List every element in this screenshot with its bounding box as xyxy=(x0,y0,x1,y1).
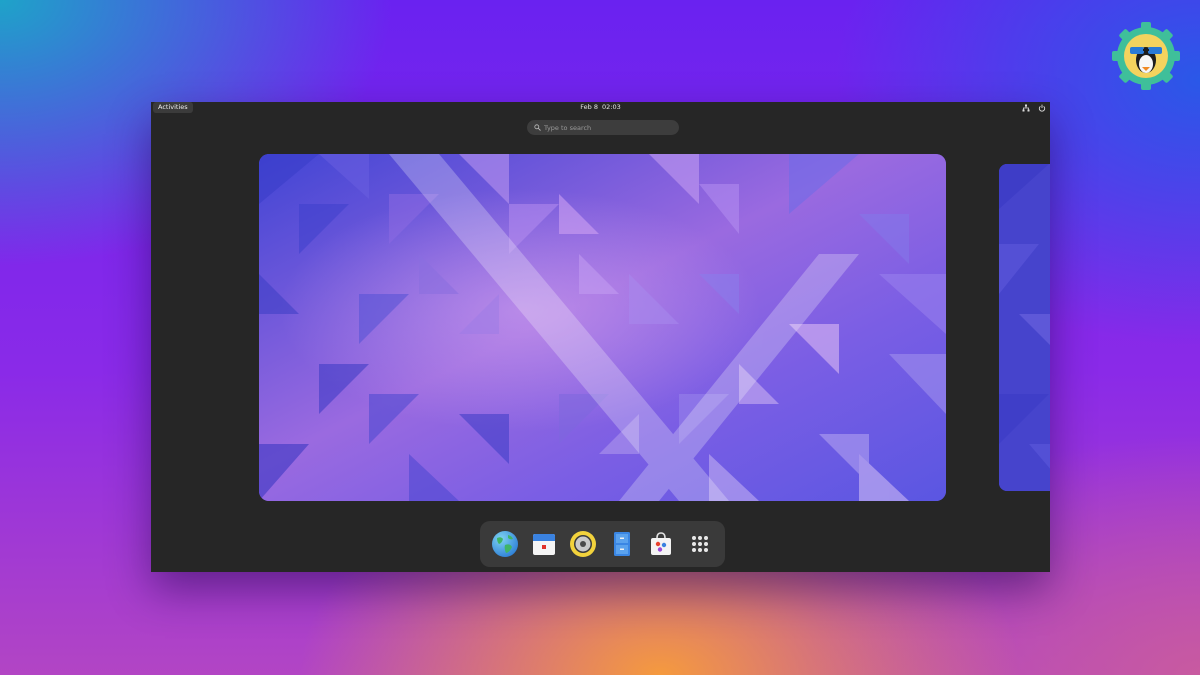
clock[interactable]: Feb 8 02:03 xyxy=(151,102,1050,113)
power-icon[interactable] xyxy=(1038,104,1046,112)
dock-item-show-applications[interactable] xyxy=(686,530,714,558)
dock-item-file-manager[interactable] xyxy=(608,530,636,558)
calendar-icon xyxy=(533,534,555,555)
penguin-badge-logo xyxy=(1112,22,1180,90)
gnome-overview-screen: Activities Feb 8 02:03 xyxy=(151,102,1050,572)
system-tray[interactable] xyxy=(1022,104,1046,112)
wallpaper-image xyxy=(259,154,946,501)
clock-date: Feb 8 xyxy=(580,103,598,111)
speaker-icon xyxy=(570,531,596,557)
shopping-bag-icon xyxy=(651,532,671,555)
dock-item-calendar[interactable] xyxy=(530,530,558,558)
workspace-thumbnail-current[interactable] xyxy=(259,154,946,501)
network-icon[interactable] xyxy=(1022,104,1030,112)
workspace-thumbnail-next[interactable] xyxy=(999,164,1050,491)
globe-icon xyxy=(492,531,518,557)
file-cabinet-icon xyxy=(614,532,630,556)
search-icon xyxy=(534,124,541,131)
clock-time: 02:03 xyxy=(601,103,621,111)
dock-item-software[interactable] xyxy=(647,530,675,558)
dock-item-web-browser[interactable] xyxy=(491,530,519,558)
search-input[interactable] xyxy=(544,120,669,135)
dash-dock xyxy=(480,521,725,567)
top-bar: Activities Feb 8 02:03 xyxy=(151,102,1050,114)
app-grid-icon xyxy=(692,536,708,552)
wallpaper-image xyxy=(999,164,1050,491)
search-bar[interactable] xyxy=(527,120,679,135)
dock-item-rhythmbox[interactable] xyxy=(569,530,597,558)
